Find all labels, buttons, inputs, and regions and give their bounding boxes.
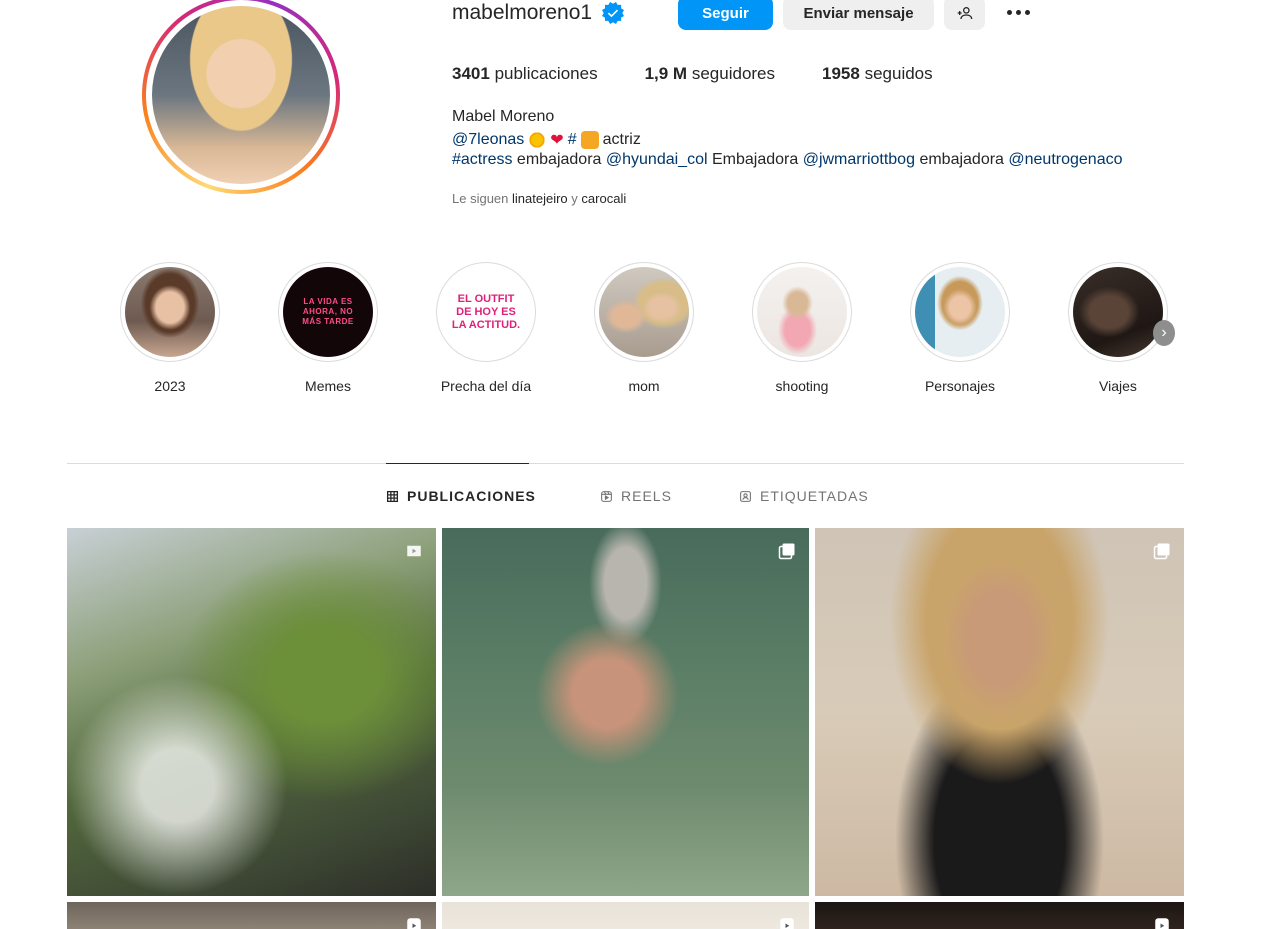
mention-link[interactable]: @hyundai_col — [606, 151, 708, 168]
highlight-ring — [120, 262, 220, 362]
highlight-ring — [752, 262, 852, 362]
post-thumbnail[interactable] — [67, 902, 436, 929]
username: mabelmoreno1 — [452, 1, 593, 24]
highlight-label: shooting — [775, 378, 829, 394]
add-user-icon — [957, 6, 972, 20]
highlights-next-arrow-icon[interactable]: › — [1153, 320, 1175, 346]
highlight-label: Memes — [305, 378, 351, 394]
carousel-icon — [1153, 543, 1170, 560]
highlight-cover: EL OUTFIT DE HOY ES LA ACTITUD. — [441, 267, 531, 357]
posts-count: 3401 — [452, 64, 490, 83]
highlight-label: Precha del día — [440, 378, 532, 394]
suggested-users-button[interactable] — [944, 0, 985, 30]
highlight-label: mom — [628, 378, 660, 394]
sun-emoji-icon — [528, 131, 547, 149]
carousel-icon — [778, 543, 795, 560]
highlight-ring — [594, 262, 694, 362]
highlight-label: 2023 — [154, 378, 186, 394]
highlight-shooting[interactable]: shooting — [752, 262, 852, 394]
hashtag-link[interactable]: #actress — [452, 151, 512, 168]
heart-emoji-icon: ❤ — [550, 132, 564, 149]
bio-line-1: @7leonas ❤ # actriz — [452, 130, 641, 150]
tab-reels[interactable]: REELS — [600, 488, 672, 504]
tab-label: ETIQUETADAS — [760, 488, 869, 504]
active-tab-indicator — [386, 463, 529, 464]
followed-by-and: y — [571, 191, 578, 206]
profile-stats: 3401 publicaciones 1,9 M seguidores 1958… — [452, 64, 980, 84]
highlight-personajes[interactable]: Personajes — [910, 262, 1010, 394]
highlight-ring — [910, 262, 1010, 362]
bio-text: embajadora — [516, 151, 602, 168]
posts-stat: 3401 publicaciones — [452, 64, 598, 84]
post-thumbnail[interactable] — [815, 902, 1184, 929]
highlight-cover — [757, 267, 847, 357]
tab-label: PUBLICACIONES — [407, 488, 536, 504]
highlight-label: Viajes — [1099, 378, 1137, 394]
reels-icon — [601, 490, 612, 502]
followed-by[interactable]: Le siguen linatejeiro y carocali — [452, 191, 626, 206]
highlight-2023[interactable]: 2023 — [120, 262, 220, 394]
followers-stat[interactable]: 1,9 M seguidores — [645, 64, 775, 84]
verified-badge-icon — [602, 2, 625, 24]
mention-link[interactable]: @jwmarriottbog — [803, 151, 915, 168]
following-label: seguidos — [864, 64, 933, 83]
reel-icon — [407, 545, 421, 557]
highlight-label: Personajes — [924, 378, 996, 394]
highlight-cover — [1073, 267, 1163, 357]
highlight-mom[interactable]: mom — [594, 262, 694, 394]
highlight-cover — [599, 267, 689, 357]
username-row: mabelmoreno1 — [452, 0, 625, 30]
followed-by-prefix: Le siguen — [452, 191, 509, 206]
post-thumbnail[interactable] — [815, 528, 1184, 896]
tagged-icon — [740, 490, 751, 502]
followers-label: seguidores — [691, 64, 776, 83]
posts-label: publicaciones — [494, 64, 598, 83]
reel-icon — [407, 918, 421, 929]
more-options-icon[interactable] — [1000, 0, 1036, 24]
post-thumbnail[interactable] — [67, 528, 436, 896]
full-name: Mabel Moreno — [452, 108, 555, 125]
follower-link[interactable]: linatejeiro — [512, 191, 568, 206]
reel-icon — [1155, 918, 1169, 929]
follower-link[interactable]: carocali — [581, 191, 626, 206]
following-stat[interactable]: 1958 seguidos — [822, 64, 933, 84]
avatar-frame — [146, 0, 336, 190]
bio-text: Embajadora — [711, 151, 799, 168]
followers-count: 1,9 M — [644, 64, 688, 83]
lion-emoji-icon — [580, 131, 599, 149]
highlight-cover: LA VIDA ES AHORA, NO MÁS TARDE — [283, 267, 373, 357]
post-thumbnail[interactable] — [442, 902, 809, 929]
bio-text: actriz — [602, 131, 641, 148]
follow-button[interactable]: Seguir — [678, 0, 773, 30]
mention-link[interactable]: @7leonas — [452, 131, 524, 149]
bio-line-2: #actress embajadora @hyundai_col Embajad… — [452, 151, 1123, 169]
tab-label: REELS — [621, 488, 672, 504]
bio-text: embajadora — [919, 151, 1004, 168]
hashtag-link[interactable]: # — [568, 131, 577, 149]
highlight-precha[interactable]: EL OUTFIT DE HOY ES LA ACTITUD. Precha d… — [436, 262, 536, 394]
tabs-divider — [67, 463, 1184, 464]
send-message-button[interactable]: Enviar mensaje — [783, 0, 934, 30]
mention-link[interactable]: @neutrogenaco — [1008, 151, 1122, 168]
tab-publicaciones[interactable]: PUBLICACIONES — [386, 488, 536, 504]
highlight-ring: LA VIDA ES AHORA, NO MÁS TARDE — [278, 262, 378, 362]
tab-etiquetadas[interactable]: ETIQUETADAS — [739, 488, 869, 504]
highlight-cover — [125, 267, 215, 357]
highlight-ring: EL OUTFIT DE HOY ES LA ACTITUD. — [436, 262, 536, 362]
avatar[interactable] — [152, 6, 330, 184]
highlight-ring — [1068, 262, 1168, 362]
grid-icon — [386, 490, 399, 502]
following-count: 1958 — [822, 64, 860, 83]
profile-avatar-story-ring[interactable] — [142, 0, 340, 194]
highlight-cover — [915, 267, 1005, 357]
post-thumbnail[interactable] — [442, 528, 809, 896]
reel-icon — [780, 918, 794, 929]
highlight-memes[interactable]: LA VIDA ES AHORA, NO MÁS TARDE Memes — [278, 262, 378, 394]
